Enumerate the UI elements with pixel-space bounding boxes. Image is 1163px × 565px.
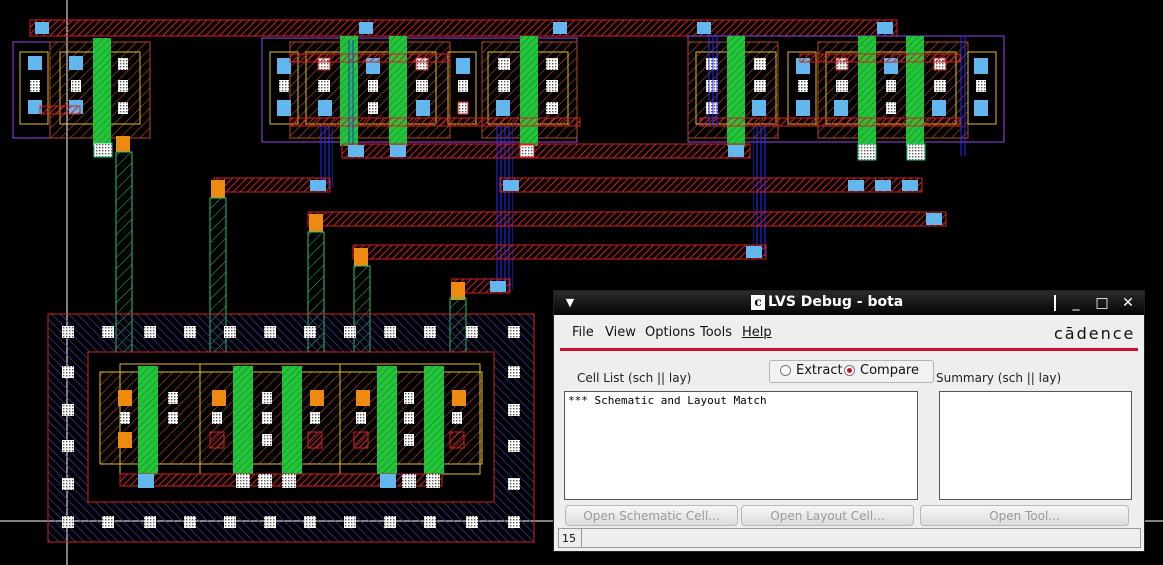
title-bar[interactable]: ▼ c LVS Debug - bota _ □ ✕ [554, 291, 1144, 315]
window-title: LVS Debug - bota [768, 294, 904, 310]
extract-radio[interactable] [780, 365, 791, 376]
guard-ring-block [47, 313, 535, 543]
title-separator [1054, 295, 1056, 311]
open-tool-button[interactable]: Open Tool... [920, 505, 1129, 526]
brand-divider [560, 348, 1138, 351]
status-bar: 15 [558, 528, 1141, 548]
mode-radio-group: Extract Compare [769, 360, 934, 383]
open-schematic-cell-button[interactable]: Open Schematic Cell... [565, 505, 738, 526]
cadence-app-icon: c [751, 295, 765, 310]
cell-list-box[interactable]: *** Schematic and Layout Match [564, 391, 918, 500]
menu-help[interactable]: Help [742, 325, 772, 340]
close-button[interactable]: ✕ [1120, 295, 1136, 311]
menu-options[interactable]: Options [645, 325, 695, 340]
metal1-top-rail [29, 19, 898, 37]
route-dot-contact [519, 144, 535, 158]
menu-bar: File View Options Tools Help cādence [554, 319, 1144, 345]
compare-radio[interactable] [844, 365, 855, 376]
via-markers [211, 180, 465, 300]
menu-view[interactable]: View [605, 325, 636, 340]
maximize-button[interactable]: □ [1094, 295, 1110, 311]
summary-label: Summary (sch || lay) [936, 371, 1062, 385]
cell-list-item[interactable]: *** Schematic and Layout Match [568, 394, 914, 407]
transistor-group-middle [261, 36, 581, 146]
status-divider [581, 529, 582, 547]
open-layout-cell-button[interactable]: Open Layout Cell... [741, 505, 914, 526]
transistor-group-left [12, 38, 151, 158]
minimize-button[interactable]: _ [1068, 295, 1084, 311]
compare-radio-label[interactable]: Compare [860, 363, 919, 378]
cell-list-label: Cell List (sch || lay) [577, 371, 692, 385]
lvs-debug-window: ▼ c LVS Debug - bota _ □ ✕ File View Opt… [553, 290, 1145, 552]
status-count: 15 [562, 532, 576, 545]
menu-tools[interactable]: Tools [700, 325, 732, 340]
cadence-logo: cādence [1054, 324, 1136, 343]
summary-box[interactable] [939, 391, 1132, 500]
transistor-group-right [687, 35, 1005, 161]
window-menu-button[interactable]: ▼ [560, 294, 580, 311]
extract-radio-label[interactable]: Extract [796, 363, 843, 378]
menu-file[interactable]: File [572, 325, 594, 340]
